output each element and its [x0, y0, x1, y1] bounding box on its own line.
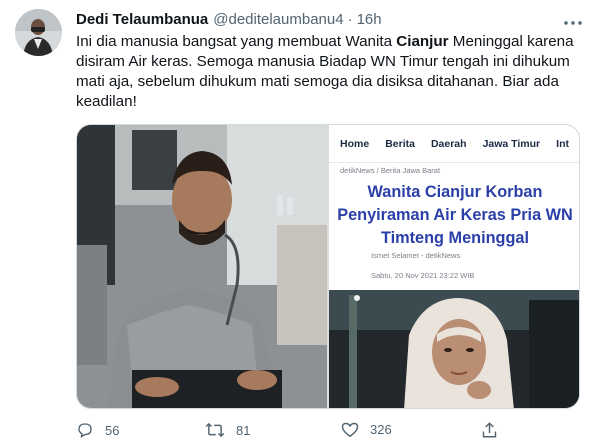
news-nav-item: Berita — [385, 137, 415, 150]
media-news-screenshot[interactable]: Home Berita Daerah Jawa Timur Int detikN… — [329, 125, 579, 408]
separator-dot: · — [347, 11, 353, 28]
media-photo-man[interactable] — [77, 125, 327, 408]
like-icon — [341, 421, 359, 438]
retweet-button[interactable]: 81 — [205, 421, 250, 439]
share-button[interactable] — [481, 421, 498, 439]
news-nav-item: Jawa Timur — [482, 137, 541, 150]
user-handle[interactable]: @deditelaumbanu4 — [213, 11, 343, 28]
tweet-text-part1: Ini dia manusia bangsat yang membuat Wan… — [76, 33, 397, 50]
share-icon — [481, 421, 498, 439]
news-nav-item: Home — [340, 137, 370, 150]
news-nav: Home Berita Daerah Jawa Timur Int — [329, 125, 579, 163]
reply-button[interactable]: 56 — [76, 421, 119, 439]
news-nav-item: Int — [556, 137, 569, 150]
news-nav-item: Daerah — [430, 137, 467, 150]
like-button[interactable]: 326 — [341, 421, 392, 438]
reply-count: 56 — [105, 422, 120, 438]
news-headline: Wanita Cianjur Korban Penyiraman Air Ker… — [337, 183, 573, 247]
timestamp[interactable]: 16h — [357, 11, 382, 28]
tweet-actions: 56 81 326 — [76, 421, 516, 441]
tweet-header: Dedi Telaumbanua @deditelaumbanu4 · 16h — [76, 11, 382, 29]
tweet-text-bold: Cianjur — [396, 33, 449, 50]
more-icon — [564, 12, 582, 30]
avatar[interactable] — [15, 9, 62, 56]
news-author: Ismet Selamet - detikNews — [371, 251, 461, 260]
news-date: Sabtu, 20 Nov 2021 23:22 WIB — [371, 271, 475, 280]
like-count: 326 — [370, 422, 392, 437]
reply-icon — [76, 421, 94, 439]
news-breadcrumb: detikNews / Berita Jawa Barat — [340, 166, 441, 175]
tweet-text: Ini dia manusia bangsat yang membuat Wan… — [76, 32, 576, 112]
retweet-icon — [205, 421, 225, 439]
display-name[interactable]: Dedi Telaumbanua — [76, 11, 208, 28]
more-button[interactable] — [563, 12, 583, 30]
retweet-count: 81 — [236, 422, 251, 438]
tweet-media[interactable]: Home Berita Daerah Jawa Timur Int detikN… — [76, 124, 580, 409]
tweet[interactable]: Dedi Telaumbanua @deditelaumbanu4 · 16h … — [0, 0, 593, 442]
news-photo-woman — [329, 290, 579, 408]
